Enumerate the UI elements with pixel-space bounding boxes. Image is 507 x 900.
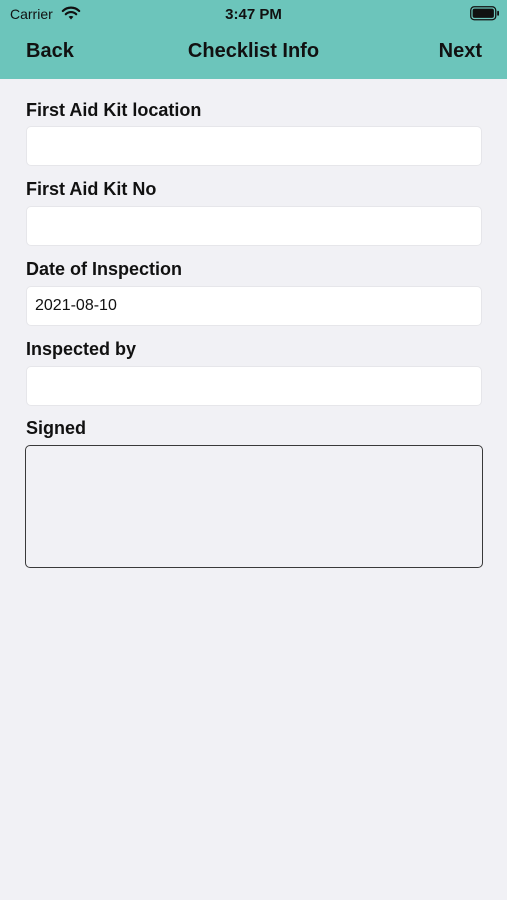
signature-pad[interactable]	[25, 445, 483, 568]
battery-icon	[470, 6, 500, 26]
signed-label: Signed	[26, 418, 87, 438]
location-field[interactable]	[26, 126, 482, 166]
page-title: Checklist Info	[187, 40, 320, 62]
kit-no-label: First Aid Kit No	[26, 179, 157, 199]
navigation-bar: Carrier 3:47 PM Back Checklist Info Next	[0, 0, 507, 79]
kit-no-field[interactable]	[26, 206, 482, 246]
date-field[interactable]	[26, 286, 482, 326]
location-label: First Aid Kit location	[26, 100, 202, 120]
status-bar: Carrier 3:47 PM	[0, 0, 507, 28]
inspected-by-field[interactable]	[26, 366, 482, 406]
date-label: Date of Inspection	[26, 259, 183, 279]
inspected-by-label: Inspected by	[26, 339, 137, 359]
clock: 3:47 PM	[225, 6, 282, 23]
next-button[interactable]: Next	[439, 40, 482, 63]
